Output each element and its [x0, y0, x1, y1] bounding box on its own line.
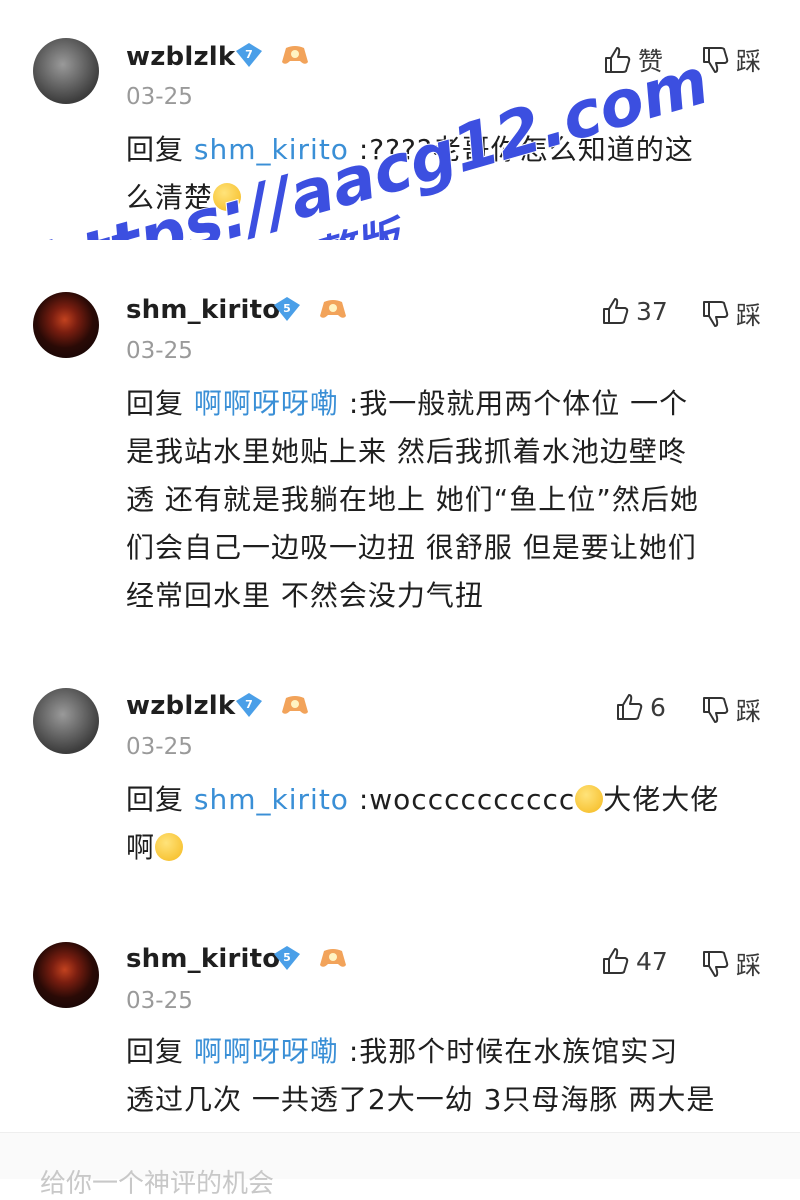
mention-link[interactable]: shm_kirito	[194, 783, 349, 816]
comment-text: 回复 啊啊呀呀嘞 :我那个时候在水族馆实习 透过几次 一共透了2大一幼 3只母海…	[126, 1028, 776, 1124]
text-line: :我那个时候在水族馆实习	[348, 1035, 679, 1068]
avatar[interactable]	[33, 688, 99, 754]
username[interactable]: shm_kirito	[126, 944, 280, 974]
comment-text: 回复 shm_kirito :????老哥你怎么知道的这 么清楚	[126, 126, 776, 222]
mention-link[interactable]: shm_kirito	[194, 133, 349, 166]
thumbs-up-icon	[603, 948, 629, 974]
reply-prefix: 回复	[126, 783, 185, 816]
text-line: :????老哥你怎么知道的这	[358, 133, 694, 166]
dislike-label: 踩	[736, 697, 762, 726]
like-count: 6	[650, 692, 666, 722]
like-button[interactable]: 37	[600, 296, 668, 326]
smile-emoji-icon	[213, 183, 242, 211]
text-line: 啊	[126, 831, 156, 864]
svg-text:7: 7	[245, 48, 253, 61]
vip-level-badge: 7	[236, 693, 262, 717]
text-line: 透 还有就是我躺在地上 她们“鱼上位”然后她	[126, 483, 699, 516]
thumbs-up-icon	[603, 298, 629, 324]
gamepad-badge-icon	[320, 949, 346, 967]
thumbs-up-icon	[605, 47, 631, 73]
text-line: :我一般就用两个体位 一个	[348, 387, 689, 420]
username[interactable]: wzblzlk	[126, 42, 235, 72]
dislike-label: 踩	[736, 951, 762, 980]
mention-link[interactable]: 啊啊呀呀嘞	[194, 387, 339, 420]
like-button[interactable]: 6	[614, 692, 666, 722]
reply-prefix: 回复	[126, 133, 185, 166]
dislike-button[interactable]: 踩	[700, 692, 761, 728]
comment-date: 03-25	[126, 338, 193, 364]
avatar[interactable]	[33, 942, 99, 1008]
gamepad-badge-icon	[320, 300, 346, 318]
thumbs-up-icon	[617, 694, 643, 720]
text-line: 是我站水里她贴上来 然后我抓着水池边壁咚	[126, 435, 687, 468]
username[interactable]: shm_kirito	[126, 295, 280, 325]
svg-text:5: 5	[283, 951, 291, 964]
dislike-label: 踩	[736, 301, 762, 330]
comment-date: 03-25	[126, 734, 193, 760]
thumbs-down-icon	[703, 697, 729, 723]
svg-text:5: 5	[283, 302, 291, 315]
text-line: 大佬大佬	[603, 783, 720, 816]
dislike-button[interactable]: 踩	[700, 42, 761, 78]
comment-input-bar[interactable]: 给你一个神评的机会	[0, 1132, 800, 1199]
like-count: 47	[636, 946, 668, 976]
like-count: 赞	[638, 47, 664, 76]
like-button[interactable]: 赞	[602, 42, 663, 78]
thumbs-down-icon	[703, 47, 729, 73]
reply-prefix: 回复	[126, 387, 185, 420]
avatar[interactable]	[33, 38, 99, 104]
thumbs-down-icon	[703, 301, 729, 327]
text-line: 透过几次 一共透了2大一幼 3只母海豚 两大是	[126, 1083, 716, 1116]
like-count: 37	[636, 296, 668, 326]
like-button[interactable]: 47	[600, 946, 668, 976]
vip-level-badge: 7	[236, 43, 262, 67]
reply-prefix: 回复	[126, 1035, 185, 1068]
mention-link[interactable]: 啊啊呀呀嘞	[194, 1035, 339, 1068]
username[interactable]: wzblzlk	[126, 691, 235, 721]
surprised-emoji-icon	[575, 785, 604, 813]
vip-level-badge: 5	[274, 946, 300, 970]
dislike-label: 踩	[736, 47, 762, 76]
gamepad-badge-icon	[282, 696, 308, 714]
thumbs-down-icon	[703, 951, 729, 977]
angry-emoji-icon	[155, 833, 184, 861]
svg-text:7: 7	[245, 698, 253, 711]
avatar[interactable]	[33, 292, 99, 358]
comment-date: 03-25	[126, 988, 193, 1014]
text-line: 么清楚	[126, 181, 214, 214]
comment-text: 回复 啊啊呀呀嘞 :我一般就用两个体位 一个 是我站水里她贴上来 然后我抓着水池…	[126, 380, 776, 620]
gamepad-badge-icon	[282, 46, 308, 64]
text-line: :wocccccccccc	[358, 783, 576, 816]
comment-date: 03-25	[126, 84, 193, 110]
dislike-button[interactable]: 踩	[700, 946, 761, 982]
vip-level-badge: 5	[274, 297, 300, 321]
text-line: 们会自己一边吸一边扭 很舒服 但是要让她们	[126, 531, 697, 564]
dislike-button[interactable]: 踩	[700, 296, 761, 332]
comment-text: 回复 shm_kirito :wocccccccccc 大佬大佬 啊	[126, 776, 776, 872]
text-line: 经常回水里 不然会没力气扭	[126, 579, 484, 612]
comment-input-placeholder[interactable]: 给你一个神评的机会	[40, 1163, 274, 1200]
